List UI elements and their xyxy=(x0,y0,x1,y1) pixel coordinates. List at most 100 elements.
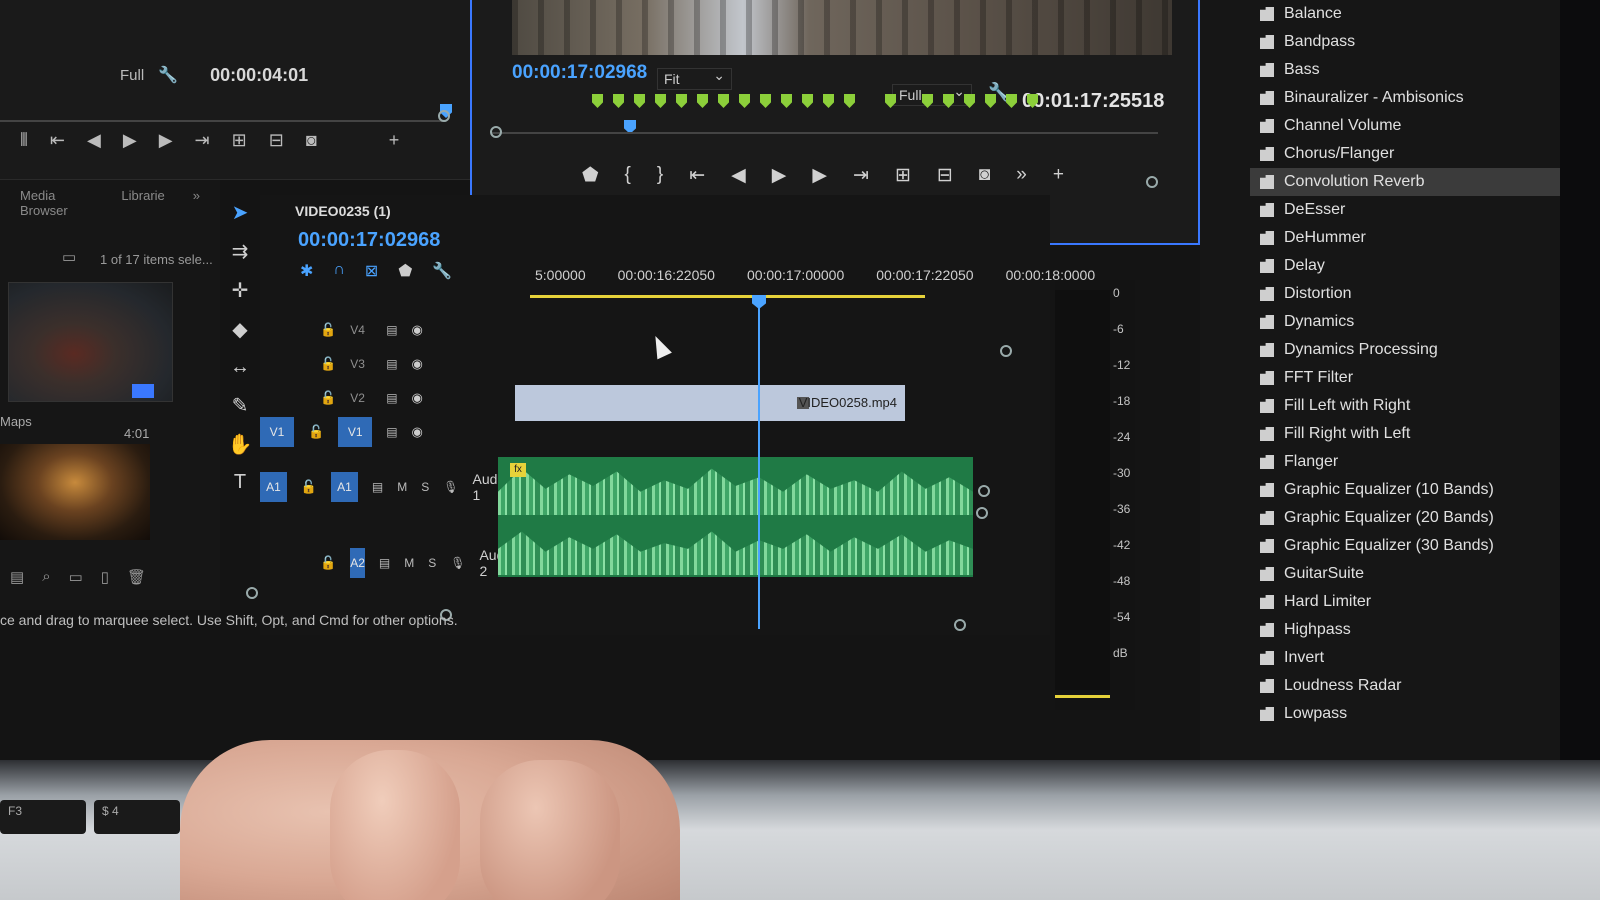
effect-item[interactable]: DeHummer xyxy=(1260,224,1560,252)
program-fit-select[interactable]: Fit xyxy=(657,67,732,90)
overwrite-icon[interactable]: ⊟ xyxy=(269,130,284,151)
marker-icon[interactable] xyxy=(697,94,708,108)
ripple-edit-tool-icon[interactable]: ✛ xyxy=(232,278,249,303)
step-back-icon[interactable]: ◀ xyxy=(87,130,101,151)
effect-item[interactable]: Chorus/Flanger xyxy=(1260,140,1560,168)
mark-in-icon[interactable]: { xyxy=(625,164,631,187)
search-icon[interactable]: ⌕ xyxy=(42,568,50,586)
track-target-a2[interactable]: A2 xyxy=(350,548,365,578)
eye-icon[interactable]: ◉ xyxy=(412,390,423,406)
marker-icon[interactable] xyxy=(885,94,896,108)
mic-icon[interactable]: 🎙 xyxy=(443,480,458,494)
marker-icon[interactable] xyxy=(802,94,813,108)
solo-button[interactable]: S xyxy=(421,480,429,494)
mute-button[interactable]: M xyxy=(404,556,414,570)
tab-libraries[interactable]: Librarie xyxy=(121,188,164,218)
effect-item[interactable]: Distortion xyxy=(1260,280,1560,308)
v-scroll-knob[interactable] xyxy=(1000,345,1012,357)
sync-lock-icon[interactable]: ▤ xyxy=(379,556,390,570)
source-patch-a1[interactable]: A1 xyxy=(260,472,287,502)
sync-lock-icon[interactable]: ▤ xyxy=(386,425,397,439)
mark-in-icon[interactable]: ⦀ xyxy=(20,130,28,151)
effect-item[interactable]: Fill Right with Left xyxy=(1260,420,1560,448)
eye-icon[interactable]: ◉ xyxy=(412,424,423,440)
razor-tool-icon[interactable]: ◆ xyxy=(232,317,247,342)
sequence-tab[interactable]: VIDEO0235 (1) xyxy=(295,203,391,219)
eye-icon[interactable]: ◉ xyxy=(412,322,423,338)
a-scroll-knob[interactable] xyxy=(978,485,990,497)
timeline-timecode[interactable]: 00:00:17:02968 xyxy=(298,229,440,252)
step-back-icon[interactable]: ◀ xyxy=(731,164,746,187)
add-marker-icon[interactable]: ⬟ xyxy=(398,261,412,281)
lock-icon[interactable]: ▤ xyxy=(10,568,24,586)
audio-clip[interactable]: fx xyxy=(498,457,973,577)
track-select-tool-icon[interactable]: ⇉ xyxy=(232,239,249,264)
effect-item[interactable]: Convolution Reverb xyxy=(1250,168,1560,196)
trash-icon[interactable]: 🗑 xyxy=(127,568,146,586)
a-scroll-knob[interactable] xyxy=(976,507,988,519)
playhead-icon[interactable] xyxy=(752,295,766,309)
effect-item[interactable]: Bass xyxy=(1260,56,1560,84)
mic-icon[interactable]: 🎙 xyxy=(450,556,465,570)
camera-icon[interactable]: ◙ xyxy=(306,130,317,151)
effect-item[interactable]: Fill Left with Right xyxy=(1260,392,1560,420)
effect-item[interactable]: Graphic Equalizer (10 Bands) xyxy=(1260,476,1560,504)
track-target-v1[interactable]: V1 xyxy=(338,417,373,447)
pen-tool-icon[interactable]: ✎ xyxy=(232,393,249,418)
playhead-line[interactable] xyxy=(758,299,760,629)
clip-thumbnail[interactable] xyxy=(0,444,150,540)
source-timecode[interactable]: 00:00:04:01 xyxy=(210,65,308,86)
sync-lock-icon[interactable]: ▤ xyxy=(372,480,383,494)
add-button-icon[interactable]: + xyxy=(389,130,400,151)
tab-media-browser[interactable]: Media Browser xyxy=(20,188,93,218)
selection-tool-icon[interactable]: ➤ xyxy=(232,200,249,225)
marker-icon[interactable] xyxy=(964,94,975,108)
effect-item[interactable]: Dynamics xyxy=(1260,308,1560,336)
marker-icon[interactable] xyxy=(823,94,834,108)
lock-icon[interactable]: 🔓 xyxy=(320,356,336,372)
more-icon[interactable]: » xyxy=(1016,164,1027,187)
program-zoom-knob-left[interactable] xyxy=(490,126,502,138)
work-area-bar[interactable] xyxy=(530,295,925,298)
eye-icon[interactable]: ◉ xyxy=(412,356,423,372)
effect-item[interactable]: Delay xyxy=(1260,252,1560,280)
effect-item[interactable]: Loudness Radar xyxy=(1260,672,1560,700)
lift-icon[interactable]: ⊞ xyxy=(895,164,911,187)
lock-icon[interactable]: 🔓 xyxy=(320,322,336,338)
effect-item[interactable]: FFT Filter xyxy=(1260,364,1560,392)
effect-item[interactable]: Binauralizer - Ambisonics xyxy=(1260,84,1560,112)
add-marker-icon[interactable]: ⬟ xyxy=(582,164,599,187)
go-to-out-icon[interactable]: ⇥ xyxy=(195,130,210,151)
marker-icon[interactable] xyxy=(676,94,687,108)
type-tool-icon[interactable]: T xyxy=(234,471,246,494)
effect-item[interactable]: Graphic Equalizer (30 Bands) xyxy=(1260,532,1560,560)
go-to-in-icon[interactable]: ⇤ xyxy=(689,164,705,187)
sync-lock-icon[interactable]: ▤ xyxy=(386,391,397,405)
lock-icon[interactable]: 🔓 xyxy=(320,555,336,571)
effect-item[interactable]: Graphic Equalizer (20 Bands) xyxy=(1260,504,1560,532)
program-current-timecode[interactable]: 00:00:17:02968 xyxy=(512,62,647,84)
marker-icon[interactable] xyxy=(718,94,729,108)
more-panels-icon[interactable]: » xyxy=(193,188,200,218)
source-zoom-knob[interactable] xyxy=(438,110,450,122)
add-button-icon[interactable]: + xyxy=(1053,164,1064,187)
marker-icon[interactable] xyxy=(760,94,771,108)
effect-item[interactable]: Invert xyxy=(1260,644,1560,672)
new-item-icon[interactable]: ▯ xyxy=(101,568,109,586)
insert-icon[interactable]: ⊞ xyxy=(232,130,247,151)
wrench-icon[interactable]: 🔧 xyxy=(158,65,178,85)
step-forward-icon[interactable]: ▶ xyxy=(812,164,827,187)
effect-item[interactable]: Lowpass xyxy=(1260,700,1560,728)
linked-selection-icon[interactable]: ⊠ xyxy=(365,261,378,281)
source-patch-v1[interactable]: V1 xyxy=(260,417,294,447)
marker-icon[interactable] xyxy=(655,94,666,108)
sync-lock-icon[interactable]: ▤ xyxy=(386,357,397,371)
marker-icon[interactable] xyxy=(781,94,792,108)
marker-icon[interactable] xyxy=(592,94,603,108)
effect-item[interactable]: Balance xyxy=(1260,0,1560,28)
marker-icon[interactable] xyxy=(844,94,855,108)
hand-tool-icon[interactable]: ✋ xyxy=(228,432,253,457)
marker-icon[interactable] xyxy=(922,94,933,108)
program-scrubber[interactable] xyxy=(492,132,1158,134)
lock-icon[interactable]: 🔓 xyxy=(308,424,324,440)
